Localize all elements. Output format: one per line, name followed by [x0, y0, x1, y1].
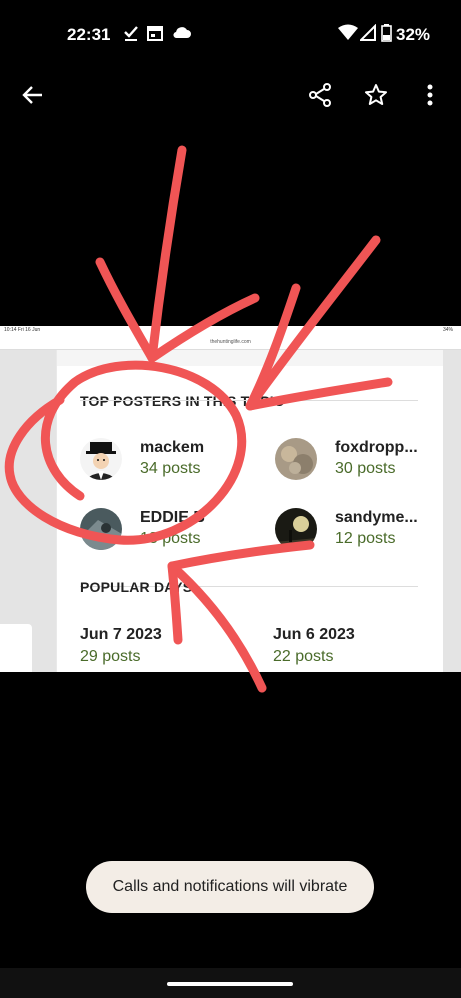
poster-name: mackem	[140, 439, 205, 456]
poster-name: EDDIE B	[140, 509, 205, 526]
toast-text: Calls and notifications will vibrate	[112, 878, 348, 895]
avatar	[80, 508, 122, 550]
poster-post-count: 12 posts	[335, 530, 396, 547]
poster-item: mackem 34 posts	[80, 436, 260, 482]
popular-day-item: Jun 7 2023 29 posts	[80, 626, 250, 672]
status-bar: 22:31 32%	[0, 0, 461, 70]
arrow-left-icon	[22, 84, 44, 111]
day-post-count: 29 posts	[80, 648, 141, 665]
poster-post-count: 18 posts	[140, 530, 201, 547]
status-time: 22:31	[67, 25, 111, 44]
day-date: Jun 6 2023	[273, 626, 355, 643]
avatar	[275, 508, 317, 550]
signal-icon	[358, 23, 376, 47]
avatar	[80, 438, 122, 480]
photo-viewer-toolbar	[0, 72, 461, 122]
battery-icon	[381, 24, 392, 47]
share-icon	[308, 82, 332, 112]
popular-day-item: Jun 6 2023 22 posts	[273, 626, 443, 672]
embedded-status-bar: 10:14 Fri 16 Jun 34%	[0, 326, 461, 335]
more-options-button[interactable]	[413, 80, 447, 114]
embedded-battery: 34%	[442, 327, 453, 333]
day-post-count: 22 posts	[273, 648, 334, 665]
divider	[80, 400, 418, 401]
poster-name: foxdropp...	[335, 439, 418, 456]
embedded-page-strip	[57, 350, 443, 366]
star-outline-icon	[364, 83, 388, 112]
battery-percent: 32%	[396, 25, 431, 44]
day-date: Jun 7 2023	[80, 626, 162, 643]
embedded-time: 10:14 Fri 16 Jun	[4, 327, 41, 333]
poster-name: sandyme...	[335, 509, 418, 526]
popular-days-title: POPULAR DAYS	[80, 579, 193, 595]
check-icon	[123, 24, 139, 47]
calendar-icon	[147, 24, 163, 47]
toast-message: Calls and notifications will vibrate	[86, 861, 374, 913]
poster-item: sandyme... 12 posts	[275, 506, 455, 552]
top-posters-title: TOP POSTERS IN THIS TOPIC	[80, 393, 285, 409]
poster-post-count: 30 posts	[335, 460, 396, 477]
poster-item: EDDIE B 18 posts	[80, 506, 260, 552]
home-gesture-handle[interactable]	[167, 982, 293, 986]
more-vert-icon	[427, 84, 433, 111]
avatar	[275, 438, 317, 480]
photo-content[interactable]: 10:14 Fri 16 Jun 34% thehuntinglife.com …	[0, 326, 461, 672]
back-button[interactable]	[16, 80, 50, 114]
embedded-side-card	[0, 624, 32, 672]
embedded-url: thehuntinglife.com	[0, 335, 461, 350]
poster-item: foxdropp... 30 posts	[275, 436, 455, 482]
favorite-button[interactable]	[359, 80, 393, 114]
share-button[interactable]	[303, 80, 337, 114]
wifi-icon	[338, 24, 358, 47]
poster-post-count: 34 posts	[140, 460, 201, 477]
cloud-icon	[172, 24, 192, 47]
